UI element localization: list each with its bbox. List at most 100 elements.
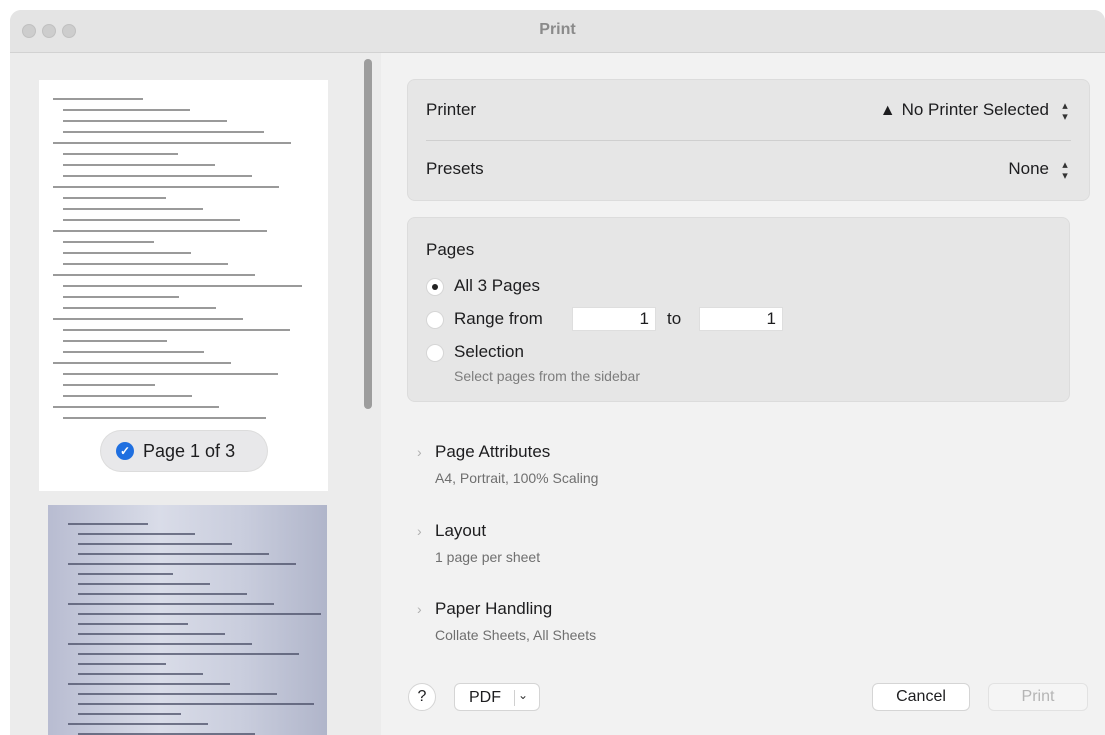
chevron-down-icon[interactable]: ⌄ xyxy=(518,688,528,702)
presets-select[interactable]: None xyxy=(1008,159,1049,179)
range-label[interactable]: Range from xyxy=(454,309,543,329)
pages-group: Pages All 3 Pages Range from 1 to 1 Sele… xyxy=(407,217,1070,402)
title-bar: Print xyxy=(10,10,1105,53)
thumbnail-text-line xyxy=(63,120,227,122)
thumbnail-text-line xyxy=(78,653,299,655)
printer-value: No Printer Selected xyxy=(901,100,1049,119)
thumbnail-text-line xyxy=(63,395,192,397)
thumbnail-text-line xyxy=(63,219,240,221)
cancel-button[interactable]: Cancel xyxy=(872,683,970,711)
selection-label[interactable]: Selection xyxy=(454,342,524,362)
pdf-menu-button[interactable]: PDF ⌄ xyxy=(454,683,540,711)
page-thumbnail-2[interactable] xyxy=(48,505,327,735)
thumbnail-text-line xyxy=(63,384,155,386)
thumbnail-text-line xyxy=(63,252,191,254)
thumbnail-text-line xyxy=(78,593,247,595)
thumbnail-text-line xyxy=(78,533,195,535)
thumbnail-text-line xyxy=(53,362,231,364)
thumbnail-text-line xyxy=(63,109,190,111)
page-selection-badge[interactable]: ✓ Page 1 of 3 xyxy=(101,431,267,471)
thumbnail-text-line xyxy=(78,673,203,675)
page-thumbnail-1[interactable] xyxy=(39,80,328,491)
divider xyxy=(426,140,1071,141)
help-button[interactable]: ? xyxy=(408,683,436,711)
all-pages-label[interactable]: All 3 Pages xyxy=(454,276,540,296)
thumbnail-text-line xyxy=(63,241,154,243)
presets-label: Presets xyxy=(426,159,484,178)
thumbnail-text-line xyxy=(78,623,188,625)
thumbnail-text-line xyxy=(63,131,264,133)
thumbnail-text-line xyxy=(63,417,266,419)
thumbnail-text-line xyxy=(78,713,181,715)
thumbnail-text-line xyxy=(63,307,216,309)
print-dialog-window: Print ✓ Page 1 of 3 Printer ▲ No Printer … xyxy=(10,10,1105,735)
thumbnail-text-line xyxy=(78,703,314,705)
thumbnail-text-line xyxy=(53,186,279,188)
thumbnail-text-line xyxy=(53,318,243,320)
range-to-field[interactable]: 1 xyxy=(699,307,783,331)
thumbnail-text-line xyxy=(63,164,215,166)
thumbnail-text-line xyxy=(63,208,203,210)
print-settings-panel: Printer ▲ No Printer Selected ▴ ▾ Presets … xyxy=(381,53,1105,735)
thumbnail-text-line xyxy=(68,683,230,685)
printer-presets-group: Printer ▲ No Printer Selected ▴ ▾ Presets … xyxy=(407,79,1090,201)
thumbnail-text-line xyxy=(68,643,252,645)
section-title: Layout xyxy=(435,521,487,540)
section-subtitle: Collate Sheets, All Sheets xyxy=(435,627,597,643)
chevron-right-icon: › xyxy=(417,523,422,539)
printer-label: Printer xyxy=(426,100,477,119)
thumbnail-text-line xyxy=(68,523,148,525)
thumbnail-text-line xyxy=(78,553,269,555)
section-subtitle: 1 page per sheet xyxy=(435,549,541,565)
thumbnail-text-line xyxy=(78,583,210,585)
sidebar-scrollbar[interactable] xyxy=(364,59,372,409)
thumbnail-text-line xyxy=(63,340,167,342)
printer-select[interactable]: ▲ No Printer Selected xyxy=(880,100,1049,120)
selection-radio[interactable] xyxy=(426,344,444,362)
thumbnail-text-line xyxy=(63,263,228,265)
thumbnail-text-line xyxy=(78,663,166,665)
thumbnail-text-line xyxy=(63,351,204,353)
thumbnail-text-line xyxy=(53,274,255,276)
section-subtitle: A4, Portrait, 100% Scaling xyxy=(435,470,599,486)
print-button[interactable]: Print xyxy=(988,683,1088,711)
thumbnail-text-line xyxy=(63,296,179,298)
all-pages-radio[interactable] xyxy=(426,278,444,296)
thumbnail-text-line xyxy=(63,175,252,177)
thumbnail-text-line xyxy=(63,329,290,331)
up-down-chevron-icon[interactable]: ▴ ▾ xyxy=(1057,160,1073,182)
thumbnail-text-line xyxy=(78,693,277,695)
thumbnail-text-line xyxy=(78,613,321,615)
range-to-label: to xyxy=(667,309,682,328)
up-down-chevron-icon[interactable]: ▴ ▾ xyxy=(1057,101,1073,123)
selection-hint: Select pages from the sidebar xyxy=(454,368,640,384)
thumbnail-text-line xyxy=(63,197,166,199)
chevron-right-icon: › xyxy=(417,444,422,460)
thumbnail-text-line xyxy=(53,98,143,100)
pages-heading: Pages xyxy=(426,240,475,259)
divider xyxy=(514,690,515,706)
thumbnail-text-line xyxy=(53,230,267,232)
thumbnail-text-line xyxy=(68,563,296,565)
chevron-right-icon: › xyxy=(417,601,422,617)
warning-triangle-icon: ▲ xyxy=(879,102,896,119)
thumbnail-text-line xyxy=(53,406,219,408)
thumbnail-text-line xyxy=(63,373,278,375)
thumbnail-text-line xyxy=(78,543,232,545)
range-radio[interactable] xyxy=(426,311,444,329)
section-title: Paper Handling xyxy=(435,599,553,618)
window-title: Print xyxy=(539,21,576,38)
thumbnail-text-line xyxy=(68,603,274,605)
thumbnail-text-line xyxy=(68,723,208,725)
page-count-label: Page 1 of 3 xyxy=(143,441,236,461)
range-from-field[interactable]: 1 xyxy=(572,307,656,331)
page-preview-sidebar[interactable]: ✓ Page 1 of 3 xyxy=(10,53,381,735)
pdf-label: PDF xyxy=(469,689,501,706)
thumbnail-text-line xyxy=(63,153,178,155)
thumbnail-text-line xyxy=(78,633,225,635)
thumbnail-text-line xyxy=(53,142,291,144)
thumbnail-text-line xyxy=(78,573,173,575)
checkmark-circle-icon: ✓ xyxy=(116,442,134,460)
thumbnail-text-line xyxy=(63,285,302,287)
section-title: Page Attributes xyxy=(435,442,551,461)
